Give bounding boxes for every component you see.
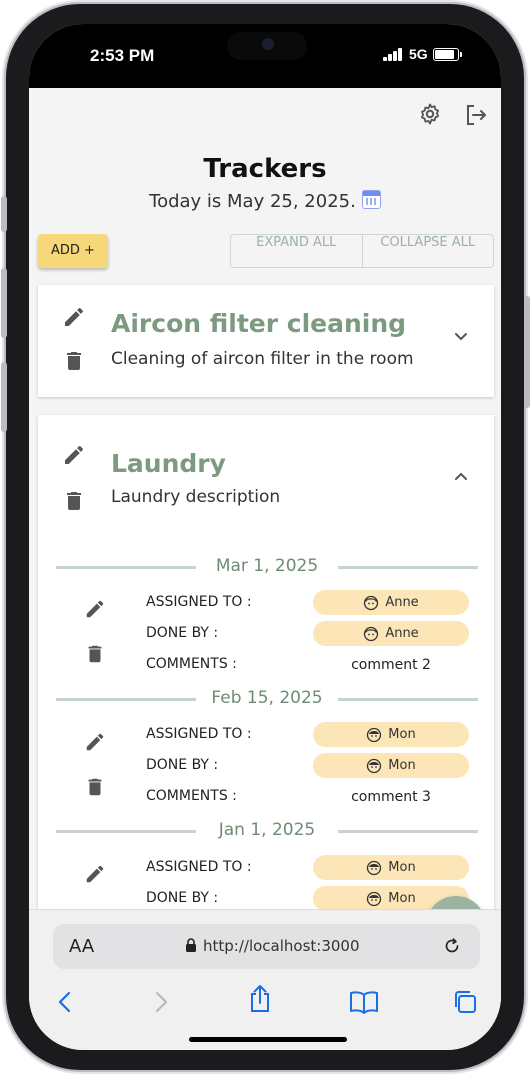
expand-all-button[interactable]: EXPAND ALL: [231, 235, 362, 267]
expand-collapse-group: EXPAND ALL COLLAPSE ALL: [230, 234, 494, 268]
edit-icon[interactable]: [84, 731, 106, 757]
comment-text: comment 2: [351, 657, 431, 673]
assignee-name: Anne: [385, 595, 419, 610]
entry-date-header: Mar 1, 2025: [56, 556, 478, 578]
done-by-label: DONE BY :: [146, 757, 219, 773]
edit-icon[interactable]: [84, 598, 106, 624]
back-icon[interactable]: [57, 990, 73, 1014]
done-by-label: DONE BY :: [146, 890, 219, 906]
mute-switch: [1, 196, 7, 232]
settings-icon[interactable]: [418, 102, 442, 130]
entry-date: Jan 1, 2025: [218, 820, 316, 840]
address-bar[interactable]: AA http://localhost:3000: [53, 924, 480, 969]
assignee-name: Mon: [388, 727, 416, 742]
assigned-to-label: ASSIGNED TO :: [146, 594, 252, 610]
delete-icon[interactable]: [84, 643, 106, 669]
done-by-label: DONE BY :: [146, 625, 219, 641]
battery-icon: [433, 48, 462, 61]
delete-icon[interactable]: [62, 349, 86, 377]
entry-date: Mar 1, 2025: [215, 556, 319, 576]
browser-toolbar: AA http://localhost:3000: [29, 909, 501, 1050]
share-icon[interactable]: [248, 984, 272, 1014]
assigned-to-badge[interactable]: Mon: [313, 722, 469, 747]
dynamic-island: [227, 32, 307, 60]
avatar-face-icon: [367, 891, 382, 906]
entry-date-header: Feb 15, 2025: [56, 688, 478, 710]
assigned-to-badge[interactable]: Mon: [313, 855, 469, 880]
home-indicator: [189, 1037, 347, 1042]
done-by-name: Mon: [388, 758, 416, 773]
assigned-to-label: ASSIGNED TO :: [146, 726, 252, 742]
app-content: Trackers Today is May 25, 2025. ADD + EX…: [29, 88, 501, 909]
comments-label: COMMENTS :: [146, 656, 237, 672]
done-by-badge[interactable]: Mon: [313, 753, 469, 778]
volume-down-button: [1, 362, 7, 432]
assignee-name: Mon: [388, 860, 416, 875]
delete-icon[interactable]: [84, 776, 106, 802]
tracker-card: Aircon filter cleaning Cleaning of airco…: [38, 285, 494, 397]
avatar-face-icon: [367, 860, 382, 875]
forward-icon[interactable]: [153, 990, 169, 1014]
status-bar: 2:53 PM 5G: [29, 24, 501, 88]
entry-date-header: Jan 1, 2025: [56, 820, 478, 842]
network-label: 5G: [409, 46, 428, 62]
chevron-up-icon[interactable]: [453, 469, 469, 489]
done-by-name: Anne: [385, 626, 419, 641]
tracker-description: Cleaning of aircon filter in the room: [111, 349, 414, 369]
assigned-to-badge[interactable]: Anne: [313, 590, 469, 615]
tracker-description: Laundry description: [111, 487, 281, 507]
tracker-title[interactable]: Aircon filter cleaning: [111, 309, 406, 338]
today-text: Today is May 25, 2025.: [149, 191, 356, 212]
delete-icon[interactable]: [62, 489, 86, 517]
edit-icon[interactable]: [62, 443, 86, 471]
logout-icon[interactable]: [464, 103, 488, 131]
avatar-face-icon: [364, 626, 379, 641]
assigned-to-label: ASSIGNED TO :: [146, 859, 252, 875]
comments-label: COMMENTS :: [146, 788, 237, 804]
avatar-face-icon: [364, 595, 379, 610]
collapse-all-button[interactable]: COLLAPSE ALL: [361, 235, 494, 267]
avatar-face-icon: [367, 758, 382, 773]
power-button: [524, 296, 530, 408]
page-subtitle: Today is May 25, 2025.: [29, 190, 501, 212]
tracker-title[interactable]: Laundry: [111, 449, 226, 478]
tracker-card: Laundry Laundry description Mar 1, 2025 …: [38, 415, 494, 909]
reload-icon[interactable]: [442, 936, 462, 956]
phone-screen: 2:53 PM 5G Trackers Today is May 25, 202…: [29, 24, 501, 1050]
volume-up-button: [1, 268, 7, 338]
page-title: Trackers: [203, 154, 327, 184]
url-text[interactable]: http://localhost:3000: [203, 937, 360, 955]
tabs-icon[interactable]: [452, 989, 478, 1015]
done-by-name: Mon: [388, 891, 416, 906]
text-size-button[interactable]: AA: [69, 936, 94, 957]
done-by-badge[interactable]: Anne: [313, 621, 469, 646]
avatar-face-icon: [367, 727, 382, 742]
bookmarks-icon[interactable]: [349, 990, 379, 1014]
chevron-down-icon[interactable]: [453, 328, 469, 348]
text-size-label: AA: [69, 936, 95, 957]
edit-icon[interactable]: [84, 863, 106, 889]
status-time: 2:53 PM: [90, 46, 155, 65]
calendar-icon: [361, 190, 381, 209]
entry-date: Feb 15, 2025: [211, 688, 323, 708]
add-button[interactable]: ADD +: [38, 234, 108, 268]
comment-text: comment 3: [351, 789, 431, 805]
signal-icon: [383, 48, 405, 61]
edit-icon[interactable]: [62, 305, 86, 333]
camera: [262, 38, 274, 50]
lock-icon: [186, 938, 196, 952]
